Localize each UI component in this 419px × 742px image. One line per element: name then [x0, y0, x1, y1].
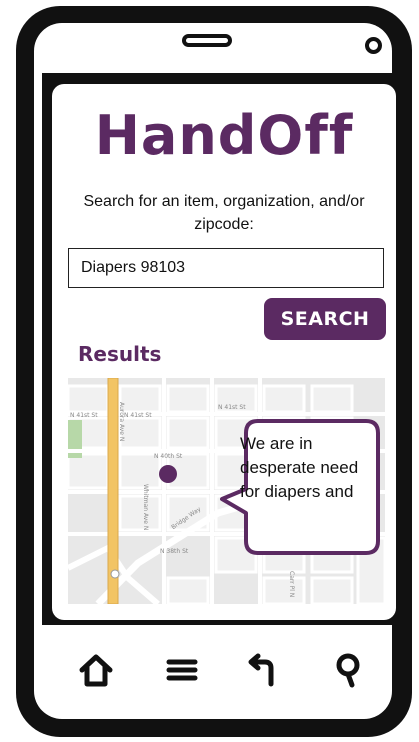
camera-dot: [365, 37, 382, 54]
search-button[interactable]: SEARCH: [264, 298, 386, 340]
map-label-6: Whitman Ave N: [142, 484, 149, 530]
map-label-8: N 38th St: [160, 548, 189, 555]
bottom-nav: [70, 650, 370, 690]
map-label-1: N 41st St: [70, 412, 98, 419]
search-prompt: Search for an item, organization, and/or…: [83, 193, 365, 233]
results-heading: Results: [78, 342, 162, 366]
back-icon[interactable]: [245, 650, 285, 690]
menu-icon[interactable]: [162, 650, 202, 690]
app-logo-title: HandOff: [94, 104, 354, 167]
app-screen: HandOff Search for an item, organization…: [52, 84, 396, 620]
callout-text: We are in desperate need for diapers and: [240, 434, 359, 501]
home-icon[interactable]: [76, 650, 116, 690]
speaker-slot: [182, 34, 232, 47]
search-input[interactable]: [68, 248, 384, 288]
map-label-3: N 41st St: [218, 404, 246, 411]
map-label-4: N 40th St: [154, 453, 183, 460]
map-label-5: Aurora Ave N: [118, 402, 125, 441]
map-label-9: Carr Pl N: [288, 571, 295, 597]
search-icon[interactable]: [328, 650, 368, 690]
location-marker-icon[interactable]: [159, 465, 177, 483]
route-shield-icon: [110, 569, 120, 579]
map-label-2: N 41st St: [124, 412, 152, 419]
